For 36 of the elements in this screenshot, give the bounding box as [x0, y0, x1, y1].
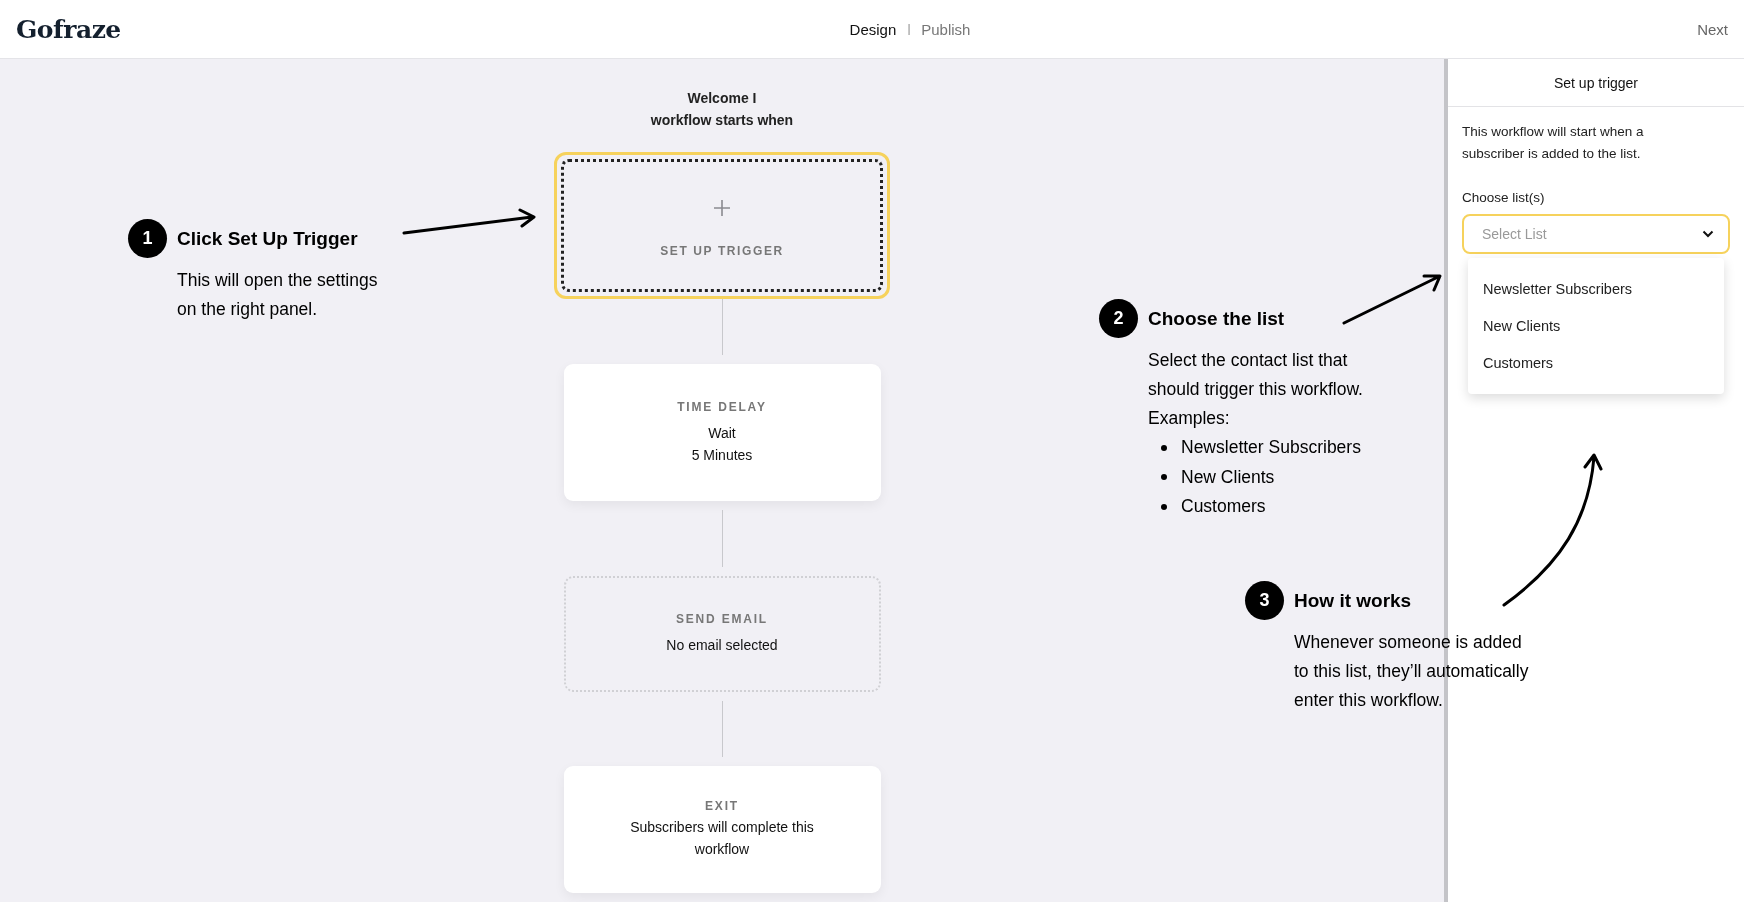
logo: Gofraze [16, 14, 121, 44]
list-item: Customers [1181, 495, 1266, 518]
field-label: Choose list(s) [1462, 190, 1546, 205]
annotation-title: How it works [1294, 589, 1412, 612]
annotation-text: Whenever someone is added to this list, they’ll automatically enter this workflow. [1294, 631, 1529, 712]
bullet-icon [1161, 474, 1167, 481]
tab[interactable]: Design [849, 18, 897, 40]
step-label: EXIT [705, 799, 739, 814]
trigger-card[interactable]: SET UP TRIGGER [554, 152, 890, 299]
step-card[interactable]: TIME DELAY Wait 5 Minutes [563, 364, 881, 502]
empty-step-card[interactable]: SEND EMAIL No email selected [563, 575, 881, 692]
dropdown-option[interactable]: New Clients [1468, 308, 1724, 345]
step-label: TIME DELAY [677, 399, 767, 414]
chevron-down-icon [1702, 230, 1714, 238]
annotation-text: This will open the settings on the right panel. [177, 269, 378, 321]
workflow-title: Welcome I workflow starts when [650, 89, 794, 130]
step-detail: No email selected [666, 635, 778, 655]
step-detail: Wait 5 Minutes [691, 423, 753, 465]
bullet-icon [1161, 444, 1167, 451]
step-label: SEND EMAIL [676, 611, 768, 626]
dropdown-option[interactable]: Newsletter Subscribers [1468, 271, 1724, 308]
annotation-title: Click Set Up Trigger [177, 227, 358, 250]
plus-icon [713, 198, 731, 217]
bullet-icon [1161, 503, 1167, 510]
annotation-title: Choose the list [1148, 307, 1285, 330]
dropdown-option[interactable]: Customers [1468, 345, 1724, 382]
list-item: Newsletter Subscribers [1181, 436, 1361, 459]
annotation-text: Select the contact list that should trigger this workflow. Examples: [1148, 349, 1363, 430]
list-item: New Clients [1181, 465, 1275, 489]
next-button[interactable]: Next [1697, 18, 1728, 40]
panel-description: This workflow will start when a subscriber is added to the list. [1462, 123, 1645, 163]
step-detail: Subscribers will complete this workflow [630, 818, 814, 860]
panel-title: Set up trigger [1448, 59, 1744, 107]
step-label: SET UP TRIGGER [660, 243, 784, 258]
tab[interactable]: Publish [921, 18, 971, 40]
step-card[interactable]: EXIT Subscribers will complete this workflow [563, 766, 881, 893]
